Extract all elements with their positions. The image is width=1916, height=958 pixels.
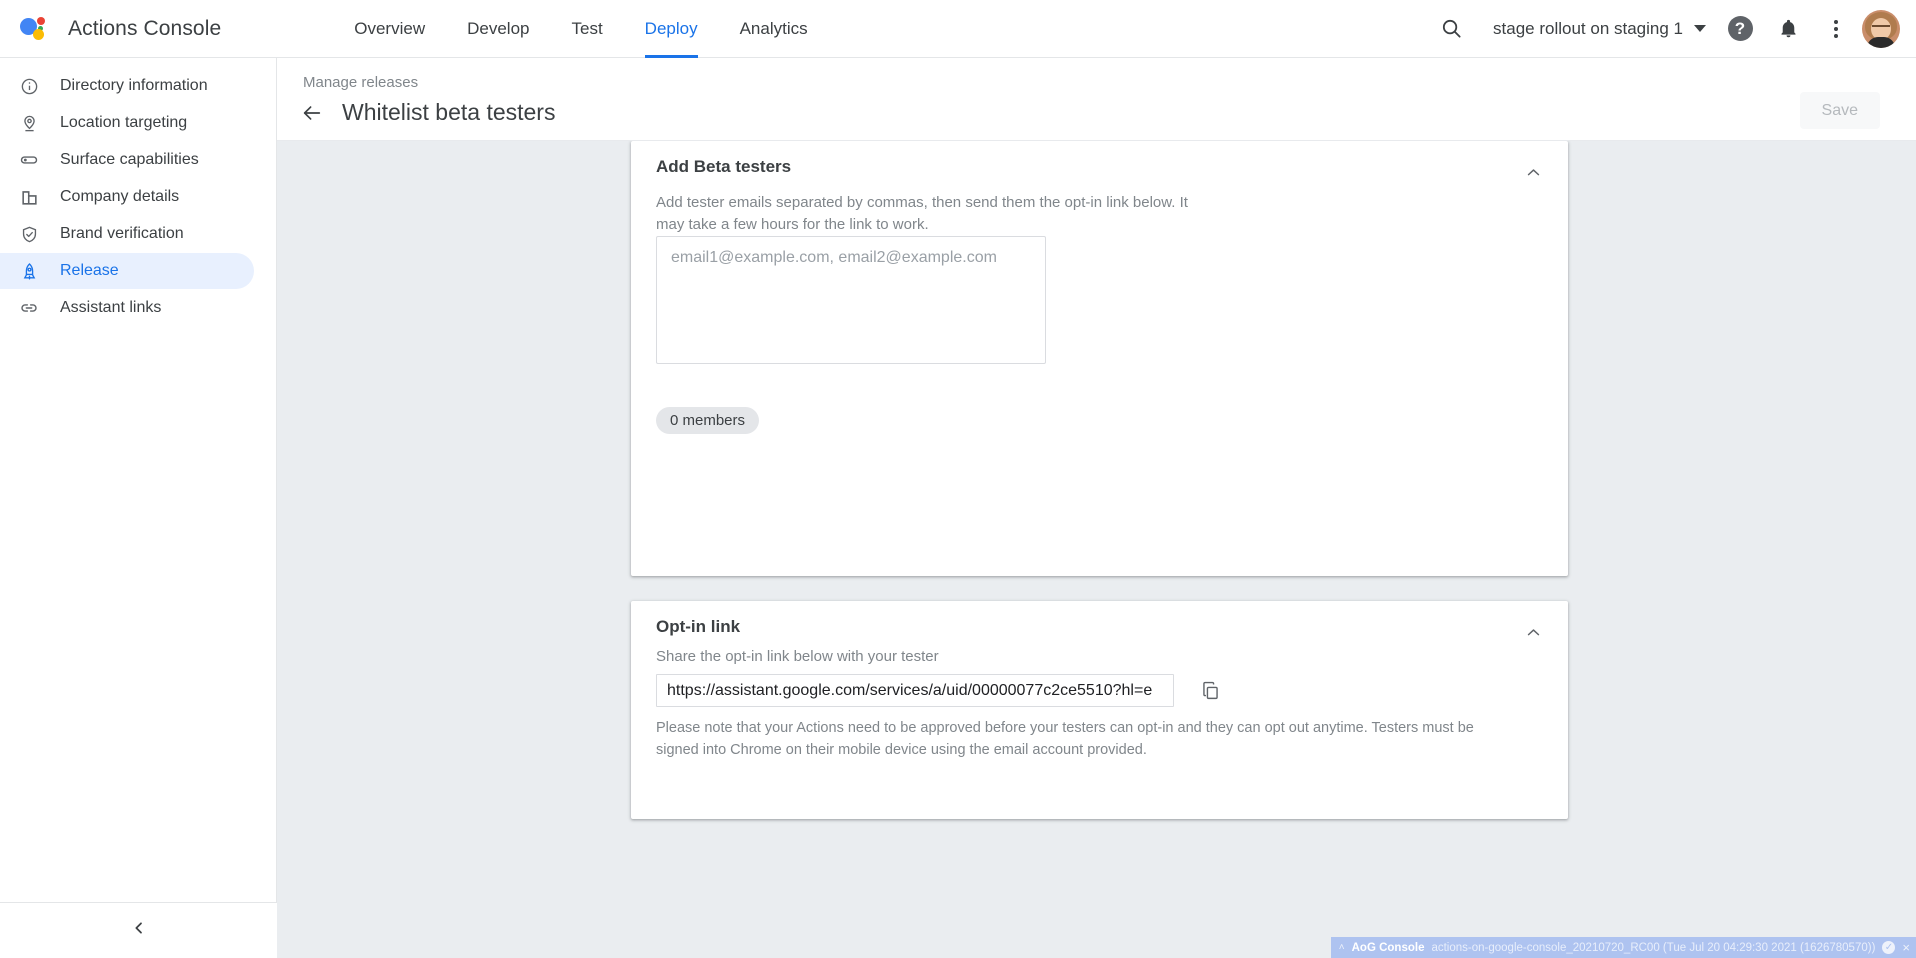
chevron-down-icon (1694, 25, 1706, 32)
add-beta-testers-card: Add Beta testers Add tester emails separ… (631, 141, 1568, 576)
close-icon[interactable]: × (1902, 940, 1910, 955)
sidebar-collapse-button[interactable] (0, 902, 277, 958)
sidebar: Directory information Location targeting… (0, 58, 277, 958)
user-avatar[interactable] (1862, 10, 1900, 48)
sidebar-item-directory-information[interactable]: Directory information (0, 68, 254, 104)
main-nav: Overview Develop Test Deploy Analytics (333, 0, 828, 58)
opt-in-note: Please note that your Actions need to be… (656, 718, 1516, 762)
kebab-menu-icon[interactable] (1814, 7, 1858, 51)
header-actions: stage rollout on staging 1 ? (1429, 7, 1916, 51)
search-icon[interactable] (1429, 7, 1473, 51)
status-app-name: AoG Console (1352, 942, 1425, 954)
card-title: Add Beta testers (656, 157, 791, 177)
sidebar-item-release[interactable]: Release (0, 253, 254, 289)
content-header: Manage releases Whitelist beta testers (277, 58, 1916, 141)
google-assistant-logo-icon[interactable] (14, 7, 58, 51)
page-title-row: Whitelist beta testers (299, 99, 555, 126)
sidebar-item-label: Directory information (60, 77, 208, 95)
link-icon (18, 297, 40, 319)
bell-icon[interactable] (1766, 7, 1810, 51)
project-selector[interactable]: stage rollout on staging 1 (1477, 19, 1714, 39)
card-description: Share the opt-in link below with your te… (656, 646, 1356, 668)
sidebar-item-label: Brand verification (60, 225, 184, 243)
sidebar-item-surface-capabilities[interactable]: Surface capabilities (0, 142, 254, 178)
chevron-up-small-icon[interactable]: ˄ (1339, 942, 1345, 953)
nav-tab-analytics[interactable]: Analytics (719, 0, 829, 58)
beta-tester-emails-input[interactable] (656, 236, 1046, 364)
sidebar-item-label: Release (60, 262, 119, 280)
sidebar-item-label: Location targeting (60, 114, 187, 132)
sidebar-list: Directory information Location targeting… (0, 58, 276, 326)
chevron-up-icon[interactable] (1518, 157, 1548, 187)
arrow-left-icon[interactable] (299, 100, 325, 126)
nav-tab-test[interactable]: Test (550, 0, 623, 58)
project-name: stage rollout on staging 1 (1493, 19, 1683, 39)
app-title: Actions Console (68, 17, 221, 41)
opt-in-link-input[interactable] (656, 674, 1174, 707)
build-status-bar: ˄ AoG Console actions-on-google-console_… (1331, 937, 1916, 958)
check-circle-icon: ✓ (1882, 941, 1895, 954)
card-description: Add tester emails separated by commas, t… (656, 192, 1216, 236)
help-icon[interactable]: ? (1718, 7, 1762, 51)
nav-tab-develop[interactable]: Develop (446, 0, 550, 58)
members-count-chip: 0 members (656, 407, 759, 434)
location-pin-icon (18, 112, 40, 134)
sidebar-item-label: Assistant links (60, 299, 161, 317)
sidebar-item-label: Surface capabilities (60, 151, 199, 169)
nav-tab-overview[interactable]: Overview (333, 0, 446, 58)
building-icon (18, 186, 40, 208)
page-title: Whitelist beta testers (342, 99, 555, 126)
top-header: Actions Console Overview Develop Test De… (0, 0, 1916, 58)
sidebar-item-assistant-links[interactable]: Assistant links (0, 290, 254, 326)
nav-tab-deploy[interactable]: Deploy (624, 0, 719, 58)
info-icon (18, 75, 40, 97)
save-button[interactable]: Save (1800, 92, 1880, 129)
opt-in-link-card: Opt-in link Share the opt-in link below … (631, 601, 1568, 819)
breadcrumb[interactable]: Manage releases (303, 74, 418, 91)
sidebar-item-label: Company details (60, 188, 179, 206)
main-canvas: Add Beta testers Add tester emails separ… (277, 141, 1916, 958)
status-build-info: actions-on-google-console_20210720_RC00 … (1431, 942, 1875, 954)
sidebar-item-brand-verification[interactable]: Brand verification (0, 216, 254, 252)
chevron-up-icon[interactable] (1518, 617, 1548, 647)
capsule-icon (18, 149, 40, 171)
sidebar-item-location-targeting[interactable]: Location targeting (0, 105, 254, 141)
chevron-left-icon (131, 920, 147, 941)
shield-check-icon (18, 223, 40, 245)
rocket-icon (18, 260, 40, 282)
card-title: Opt-in link (656, 617, 740, 637)
sidebar-item-company-details[interactable]: Company details (0, 179, 254, 215)
copy-icon[interactable] (1193, 673, 1227, 707)
